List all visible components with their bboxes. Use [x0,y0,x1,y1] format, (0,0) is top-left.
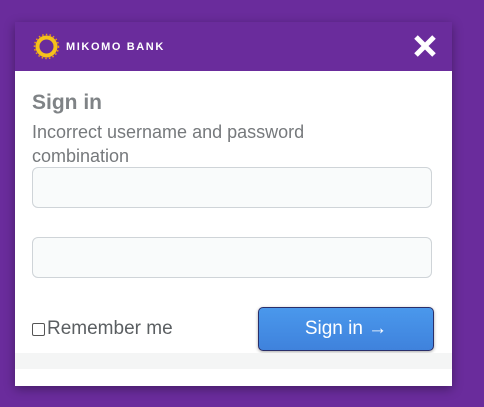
username-field[interactable] [32,167,432,208]
modal-header: MIKOMO BANK [15,22,452,71]
bank-logo: MIKOMO BANK [33,33,165,60]
remember-me-checkbox[interactable] [32,322,45,336]
close-icon [414,35,436,57]
bank-name: MIKOMO BANK [66,40,165,53]
modal-body: Sign in Incorrect username and password … [15,71,452,369]
close-button[interactable] [412,33,438,59]
remember-me-label: Remember me [47,318,173,339]
remember-me[interactable]: Remember me [32,318,173,340]
modal-footer [15,353,452,369]
signin-modal: MIKOMO BANK Sign in Incorrect username a… [15,22,452,386]
password-field[interactable] [32,237,432,278]
signin-button[interactable]: Sign in → [258,307,434,351]
bank-logo-icon [33,33,60,60]
error-message: Incorrect username and password combinat… [32,122,305,166]
signin-title: Sign in [32,91,102,114]
